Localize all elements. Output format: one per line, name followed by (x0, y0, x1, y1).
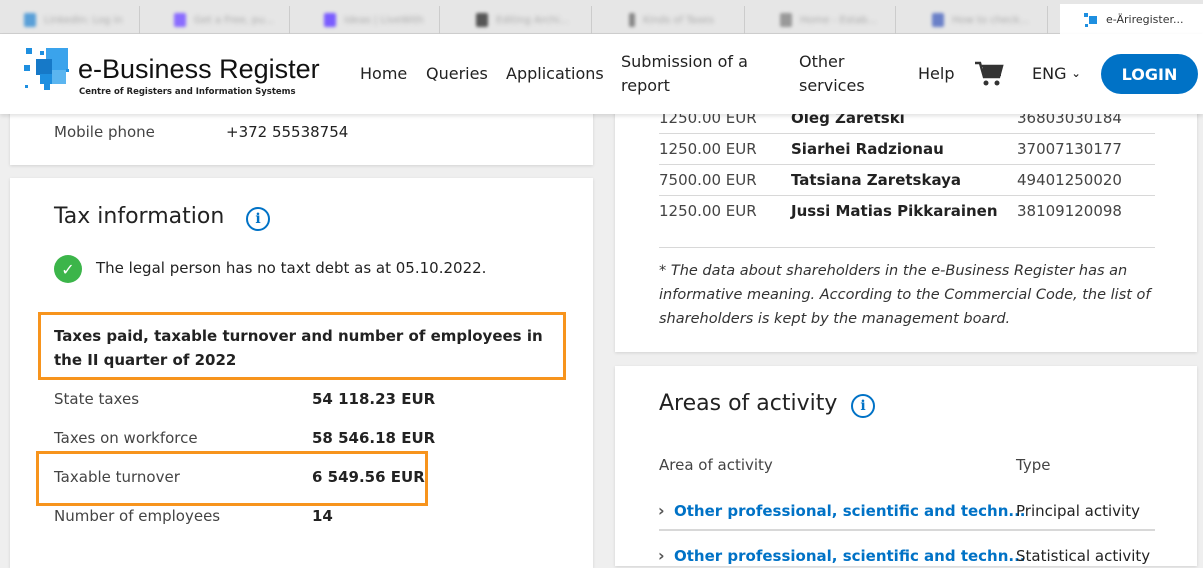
favicon-icon (24, 13, 36, 27)
info-icon[interactable]: i (851, 394, 875, 418)
browser-tab-active[interactable]: e-Äriregister... (1060, 4, 1203, 35)
column-header-type: Type (1016, 456, 1051, 474)
favicon-icon (629, 13, 635, 27)
login-button[interactable]: LOGIN (1101, 54, 1198, 94)
browser-tab[interactable]: LinkedIn: Log in (0, 6, 140, 34)
chevron-right-icon[interactable]: › (658, 546, 665, 565)
favicon-icon (324, 13, 336, 27)
employees-value: 14 (312, 507, 333, 525)
activity-card: Areas of activity i Area of activity Typ… (615, 366, 1197, 566)
browser-tab-bar: LinkedIn: Log in Get a Free, pu... Ideas… (0, 0, 1203, 35)
favicon-icon (932, 13, 944, 27)
workforce-taxes-label: Taxes on workforce (54, 429, 198, 447)
chevron-down-icon: ⌄ (1071, 67, 1081, 80)
activity-link[interactable]: Other professional, scientific and techn… (674, 502, 1026, 520)
check-icon: ✓ (54, 255, 82, 283)
browser-tab[interactable]: Get a Free, pu... (150, 6, 290, 34)
tax-info-card: Tax information i ✓ The legal person has… (10, 178, 593, 568)
state-taxes-value: 54 118.23 EUR (312, 390, 436, 408)
favicon-icon (174, 13, 186, 27)
nav-home[interactable]: Home (360, 34, 407, 114)
nav-submission-report[interactable]: Submission of a report (621, 34, 761, 114)
nav-help[interactable]: Help (918, 34, 954, 114)
browser-tab[interactable]: Home - Estab... (756, 6, 896, 34)
browser-tab[interactable]: How to check... (908, 6, 1048, 34)
cart-icon[interactable] (974, 34, 1004, 114)
chevron-right-icon[interactable]: › (658, 501, 665, 520)
favicon-icon (476, 13, 488, 27)
taxable-turnover-value: 6 549.56 EUR (312, 468, 425, 486)
browser-tab[interactable]: Ideas | LiveWith (300, 6, 440, 34)
activity-title: Areas of activity (659, 391, 838, 416)
tax-debt-status: The legal person has no taxt debt as at … (96, 259, 487, 277)
info-icon[interactable]: i (246, 207, 270, 231)
shareholders-card: 1250.00 EUR Oleg Zaretski 36803030184 1250… (615, 100, 1197, 352)
employees-label: Number of employees (54, 507, 221, 525)
browser-tab[interactable]: Editing Archi... (452, 6, 592, 34)
activity-link[interactable]: Other professional, scientific and techn… (674, 547, 1026, 565)
language-select[interactable]: ENG ⌄ (1032, 34, 1081, 114)
tax-info-title: Tax information (54, 204, 225, 229)
nav-applications[interactable]: Applications (506, 34, 604, 114)
mobile-phone-label: Mobile phone (54, 123, 155, 141)
taxable-turnover-label: Taxable turnover (54, 468, 180, 486)
nav-other-services[interactable]: Other services (799, 34, 879, 114)
site-header: e-Business Register Centre of Registers … (0, 34, 1203, 114)
mobile-phone-value: +372 55538754 (226, 123, 349, 141)
browser-tab[interactable]: Kinds of Taxes (605, 6, 745, 34)
column-header-area: Area of activity (659, 456, 773, 474)
workforce-taxes-value: 58 546.18 EUR (312, 429, 436, 447)
tax-period-heading: Taxes paid, taxable turnover and number … (54, 327, 543, 369)
register-favicon-icon (1084, 12, 1098, 27)
state-taxes-label: State taxes (54, 390, 140, 408)
nav-queries[interactable]: Queries (426, 34, 488, 114)
shareholders-note: * The data about shareholders in the e-B… (659, 263, 1151, 327)
favicon-icon (780, 13, 792, 27)
